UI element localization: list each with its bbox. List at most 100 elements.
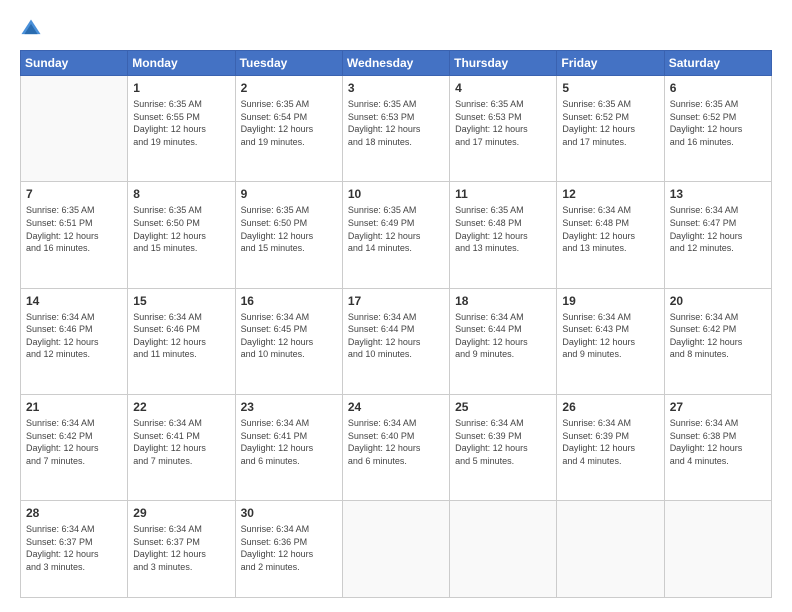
calendar-day-cell: 19 Sunrise: 6:34 AM Sunset: 6:43 PM Dayli… xyxy=(557,288,664,394)
weekday-header-wednesday: Wednesday xyxy=(342,51,449,76)
day-number: 24 xyxy=(348,399,444,415)
calendar-day-cell: 13 Sunrise: 6:34 AM Sunset: 6:47 PM Dayli… xyxy=(664,182,771,288)
day-number: 13 xyxy=(670,186,766,202)
day-number: 5 xyxy=(562,80,658,96)
calendar-day-cell: 4 Sunrise: 6:35 AM Sunset: 6:53 PM Daylig… xyxy=(450,76,557,182)
calendar-day-cell: 25 Sunrise: 6:34 AM Sunset: 6:39 PM Dayli… xyxy=(450,394,557,500)
calendar-day-cell xyxy=(450,501,557,598)
day-number: 18 xyxy=(455,293,551,309)
day-info: Sunrise: 6:34 AM Sunset: 6:42 PM Dayligh… xyxy=(670,311,766,361)
calendar-day-cell: 18Sunrise: 6:34 AM Sunset: 6:44 PM Dayli… xyxy=(450,288,557,394)
day-number: 10 xyxy=(348,186,444,202)
calendar-day-cell xyxy=(557,501,664,598)
day-info: Sunrise: 6:34 AM Sunset: 6:38 PM Dayligh… xyxy=(670,417,766,467)
calendar-day-cell: 20Sunrise: 6:34 AM Sunset: 6:42 PM Dayli… xyxy=(664,288,771,394)
weekday-header-thursday: Thursday xyxy=(450,51,557,76)
day-info: Sunrise: 6:34 AM Sunset: 6:47 PM Dayligh… xyxy=(670,204,766,254)
day-info: Sunrise: 6:34 AM Sunset: 6:40 PM Dayligh… xyxy=(348,417,444,467)
calendar-day-cell: 3 Sunrise: 6:35 AM Sunset: 6:53 PM Daylig… xyxy=(342,76,449,182)
day-info: Sunrise: 6:35 AM Sunset: 6:49 PM Dayligh… xyxy=(348,204,444,254)
day-number: 3 xyxy=(348,80,444,96)
day-info: Sunrise: 6:34 AM Sunset: 6:41 PM Dayligh… xyxy=(241,417,337,467)
weekday-header-tuesday: Tuesday xyxy=(235,51,342,76)
day-info: Sunrise: 6:35 AM Sunset: 6:50 PM Dayligh… xyxy=(241,204,337,254)
day-info: Sunrise: 6:34 AM Sunset: 6:36 PM Dayligh… xyxy=(241,523,337,573)
calendar-day-cell: 16 Sunrise: 6:34 AM Sunset: 6:45 PM Dayli… xyxy=(235,288,342,394)
day-number: 4 xyxy=(455,80,551,96)
day-info: Sunrise: 6:34 AM Sunset: 6:48 PM Dayligh… xyxy=(562,204,658,254)
day-info: Sunrise: 6:35 AM Sunset: 6:53 PM Dayligh… xyxy=(455,98,551,148)
calendar-day-cell: 5 Sunrise: 6:35 AM Sunset: 6:52 PM Daylig… xyxy=(557,76,664,182)
day-info: Sunrise: 6:34 AM Sunset: 6:46 PM Dayligh… xyxy=(26,311,122,361)
day-info: Sunrise: 6:35 AM Sunset: 6:52 PM Dayligh… xyxy=(670,98,766,148)
calendar-week-row: 21 Sunrise: 6:34 AM Sunset: 6:42 PM Dayli… xyxy=(21,394,772,500)
calendar-day-cell: 23 Sunrise: 6:34 AM Sunset: 6:41 PM Dayli… xyxy=(235,394,342,500)
calendar-day-cell: 15 Sunrise: 6:34 AM Sunset: 6:46 PM Dayli… xyxy=(128,288,235,394)
day-info: Sunrise: 6:34 AM Sunset: 6:46 PM Dayligh… xyxy=(133,311,229,361)
calendar-day-cell: 14 Sunrise: 6:34 AM Sunset: 6:46 PM Dayli… xyxy=(21,288,128,394)
day-number: 14 xyxy=(26,293,122,309)
calendar-day-cell: 24 Sunrise: 6:34 AM Sunset: 6:40 PM Dayli… xyxy=(342,394,449,500)
calendar-week-row: 28 Sunrise: 6:34 AM Sunset: 6:37 PM Dayli… xyxy=(21,501,772,598)
calendar-day-cell xyxy=(342,501,449,598)
day-number: 6 xyxy=(670,80,766,96)
weekday-header-saturday: Saturday xyxy=(664,51,771,76)
day-number: 1 xyxy=(133,80,229,96)
day-info: Sunrise: 6:35 AM Sunset: 6:53 PM Dayligh… xyxy=(348,98,444,148)
day-number: 17 xyxy=(348,293,444,309)
day-number: 28 xyxy=(26,505,122,521)
day-number: 23 xyxy=(241,399,337,415)
day-number: 16 xyxy=(241,293,337,309)
weekday-header-friday: Friday xyxy=(557,51,664,76)
day-number: 27 xyxy=(670,399,766,415)
calendar-week-row: 7Sunrise: 6:35 AM Sunset: 6:51 PM Daylig… xyxy=(21,182,772,288)
calendar-day-cell xyxy=(21,76,128,182)
logo-icon xyxy=(20,18,42,40)
day-info: Sunrise: 6:34 AM Sunset: 6:42 PM Dayligh… xyxy=(26,417,122,467)
day-number: 15 xyxy=(133,293,229,309)
calendar-day-cell: 21 Sunrise: 6:34 AM Sunset: 6:42 PM Dayli… xyxy=(21,394,128,500)
calendar-day-cell: 6 Sunrise: 6:35 AM Sunset: 6:52 PM Daylig… xyxy=(664,76,771,182)
calendar-day-cell: 29Sunrise: 6:34 AM Sunset: 6:37 PM Dayli… xyxy=(128,501,235,598)
calendar-day-cell: 22Sunrise: 6:34 AM Sunset: 6:41 PM Dayli… xyxy=(128,394,235,500)
calendar-day-cell: 7Sunrise: 6:35 AM Sunset: 6:51 PM Daylig… xyxy=(21,182,128,288)
day-number: 7 xyxy=(26,186,122,202)
day-number: 22 xyxy=(133,399,229,415)
calendar-day-cell: 27 Sunrise: 6:34 AM Sunset: 6:38 PM Dayli… xyxy=(664,394,771,500)
day-info: Sunrise: 6:34 AM Sunset: 6:43 PM Dayligh… xyxy=(562,311,658,361)
weekday-header-row: SundayMondayTuesdayWednesdayThursdayFrid… xyxy=(21,51,772,76)
calendar-day-cell: 11 Sunrise: 6:35 AM Sunset: 6:48 PM Dayli… xyxy=(450,182,557,288)
day-number: 9 xyxy=(241,186,337,202)
day-number: 30 xyxy=(241,505,337,521)
day-number: 26 xyxy=(562,399,658,415)
day-number: 25 xyxy=(455,399,551,415)
header xyxy=(20,18,772,40)
calendar-day-cell xyxy=(664,501,771,598)
calendar-day-cell: 8Sunrise: 6:35 AM Sunset: 6:50 PM Daylig… xyxy=(128,182,235,288)
page: SundayMondayTuesdayWednesdayThursdayFrid… xyxy=(0,0,792,612)
day-info: Sunrise: 6:35 AM Sunset: 6:54 PM Dayligh… xyxy=(241,98,337,148)
day-number: 21 xyxy=(26,399,122,415)
day-info: Sunrise: 6:34 AM Sunset: 6:44 PM Dayligh… xyxy=(348,311,444,361)
day-info: Sunrise: 6:35 AM Sunset: 6:48 PM Dayligh… xyxy=(455,204,551,254)
day-number: 8 xyxy=(133,186,229,202)
day-info: Sunrise: 6:34 AM Sunset: 6:39 PM Dayligh… xyxy=(455,417,551,467)
day-number: 12 xyxy=(562,186,658,202)
calendar-day-cell: 12 Sunrise: 6:34 AM Sunset: 6:48 PM Dayli… xyxy=(557,182,664,288)
logo xyxy=(20,18,46,40)
day-info: Sunrise: 6:34 AM Sunset: 6:37 PM Dayligh… xyxy=(26,523,122,573)
day-info: Sunrise: 6:34 AM Sunset: 6:45 PM Dayligh… xyxy=(241,311,337,361)
weekday-header-sunday: Sunday xyxy=(21,51,128,76)
day-info: Sunrise: 6:35 AM Sunset: 6:52 PM Dayligh… xyxy=(562,98,658,148)
day-info: Sunrise: 6:35 AM Sunset: 6:55 PM Dayligh… xyxy=(133,98,229,148)
calendar-day-cell: 1 Sunrise: 6:35 AM Sunset: 6:55 PM Daylig… xyxy=(128,76,235,182)
day-number: 29 xyxy=(133,505,229,521)
weekday-header-monday: Monday xyxy=(128,51,235,76)
calendar-day-cell: 28 Sunrise: 6:34 AM Sunset: 6:37 PM Dayli… xyxy=(21,501,128,598)
calendar-day-cell: 26 Sunrise: 6:34 AM Sunset: 6:39 PM Dayli… xyxy=(557,394,664,500)
day-number: 2 xyxy=(241,80,337,96)
day-number: 11 xyxy=(455,186,551,202)
day-number: 19 xyxy=(562,293,658,309)
day-info: Sunrise: 6:34 AM Sunset: 6:39 PM Dayligh… xyxy=(562,417,658,467)
calendar-day-cell: 17 Sunrise: 6:34 AM Sunset: 6:44 PM Dayli… xyxy=(342,288,449,394)
